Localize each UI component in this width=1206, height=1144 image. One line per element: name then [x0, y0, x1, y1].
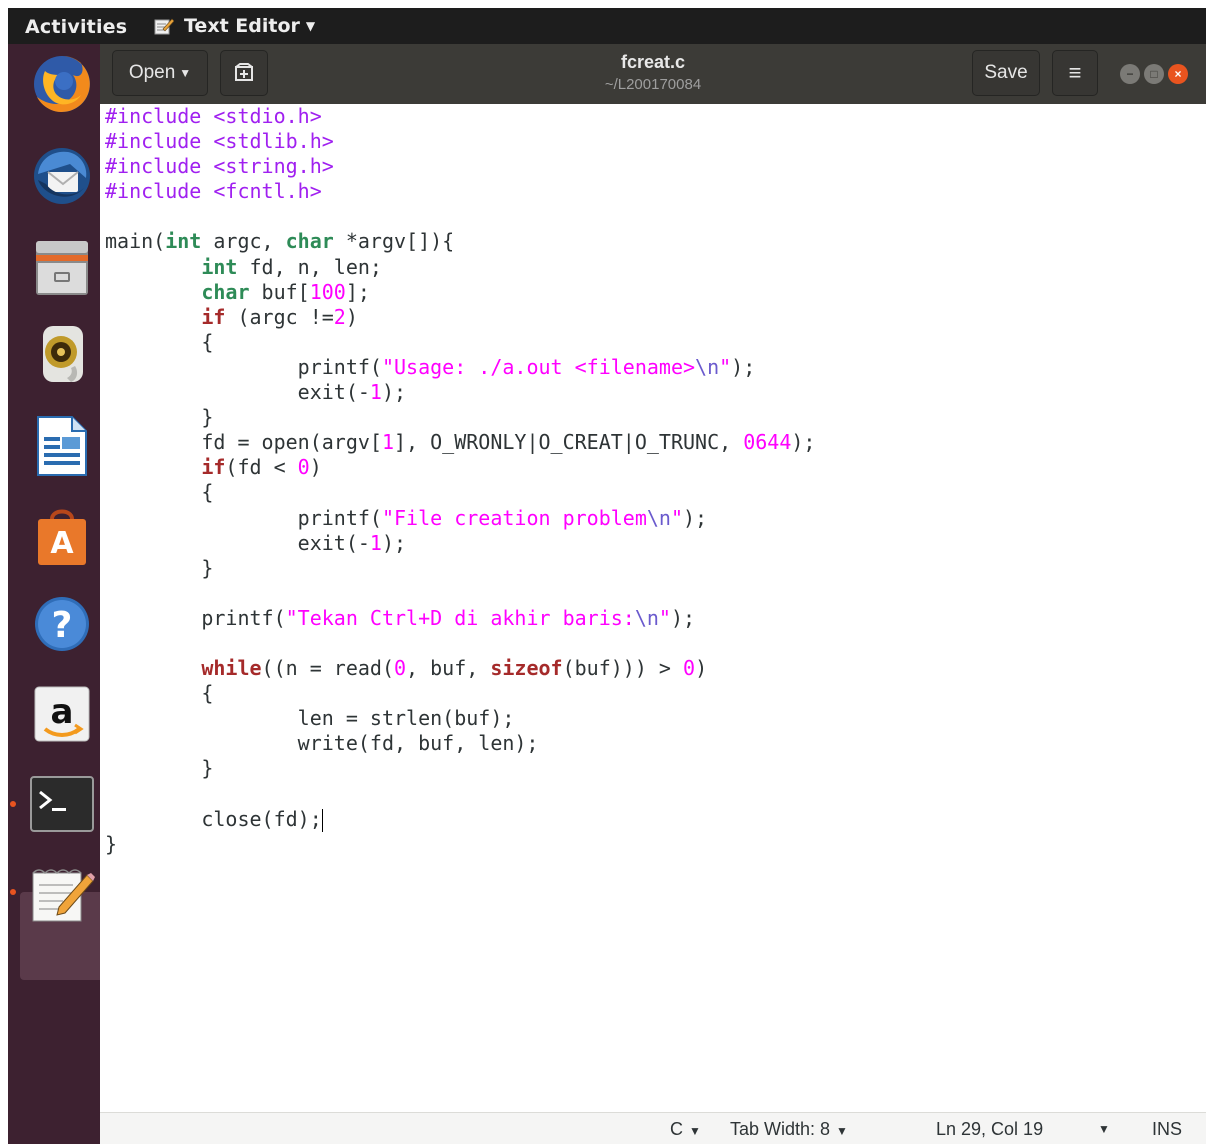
launcher-item-writer[interactable]	[20, 404, 104, 488]
minimize-icon: −	[1126, 67, 1134, 81]
hamburger-menu-button[interactable]: ≡	[1052, 50, 1098, 96]
text-editor-area[interactable]: #include <stdio.h> #include <stdlib.h> #in…	[100, 104, 1206, 1112]
running-indicator	[10, 889, 16, 895]
minimize-button[interactable]: −	[1120, 64, 1140, 84]
launcher-dock: A ? a	[8, 44, 106, 1144]
launcher-item-text-editor[interactable]	[20, 852, 104, 936]
tab-width-selector[interactable]: Tab Width: 8 ▼	[730, 1119, 848, 1140]
chevron-down-icon: ▼	[836, 1124, 848, 1138]
code-line: #include <string.h>	[105, 154, 334, 179]
code-line: }	[105, 555, 214, 580]
amazon-icon: a	[34, 686, 90, 742]
code-line: if(fd < 0)	[201, 455, 322, 480]
code-line: #include <stdio.h>	[105, 104, 322, 128]
language-selector[interactable]: C ▼	[670, 1119, 701, 1140]
status-bar: C ▼ Tab Width: 8 ▼ Ln 29, Col 19 ▼ INS	[100, 1112, 1206, 1144]
launcher-item-thunderbird[interactable]	[20, 134, 104, 218]
launcher-item-help[interactable]: ?	[20, 582, 104, 666]
text-editor-icon	[154, 18, 174, 35]
close-button[interactable]: ×	[1168, 64, 1188, 84]
gedit-icon	[32, 869, 95, 922]
chevron-down-icon[interactable]: ▼	[1098, 1122, 1110, 1136]
code-line: int fd, n, len;	[201, 254, 382, 279]
language-label: C	[670, 1119, 683, 1139]
shell-top-bar: Activities Text Editor ▼	[8, 8, 1206, 44]
launcher-item-terminal[interactable]	[20, 762, 104, 846]
window-title: fcreat.c	[620, 52, 686, 72]
thunderbird-icon	[34, 148, 90, 204]
maximize-button[interactable]: □	[1144, 64, 1164, 84]
code-line: if (argc !=2)	[201, 304, 358, 329]
code-view[interactable]: #include <stdio.h> #include <stdlib.h> #in…	[105, 104, 815, 857]
cursor-position[interactable]: Ln 29, Col 19	[936, 1119, 1043, 1140]
code-line: exit(-1);	[105, 380, 407, 405]
maximize-icon: □	[1150, 67, 1158, 81]
insert-mode-indicator: INS	[1152, 1119, 1183, 1139]
code-line: #include <stdlib.h>	[105, 129, 334, 154]
code-line: }	[105, 756, 214, 781]
code-line: len = strlen(buf);	[105, 706, 515, 731]
window-subtitle: ~/L200170084	[604, 76, 702, 93]
code-line: while((n = read(0, buf, sizeof(buf))) > …	[201, 656, 708, 681]
code-line: printf("Tekan Ctrl+D di akhir baris:\n")…	[105, 605, 696, 630]
software-icon: A	[38, 509, 86, 565]
code-line: close(fd);	[105, 806, 323, 832]
rhythmbox-icon	[43, 326, 83, 382]
code-line: {	[105, 480, 214, 505]
close-icon: ×	[1174, 67, 1182, 81]
code-line: fd = open(argv[1], O_WRONLY|O_CREAT|O_TR…	[105, 430, 816, 455]
top-margin	[0, 0, 1206, 8]
firefox-icon	[34, 56, 90, 112]
code-line: }	[105, 405, 214, 430]
svg-text:a: a	[51, 692, 74, 732]
code-line: printf("Usage: ./a.out <filename>\n");	[105, 354, 756, 379]
code-line: exit(-1);	[105, 530, 407, 555]
files-icon	[36, 241, 88, 295]
chevron-down-icon: ▼	[305, 19, 316, 33]
tab-width-label: Tab Width: 8	[730, 1119, 831, 1139]
code-line: {	[105, 329, 214, 354]
code-line: main(int argc, char *argv[]){	[105, 229, 455, 254]
help-icon: ?	[35, 597, 89, 651]
svg-text:?: ?	[52, 605, 73, 646]
app-menu-label: Text Editor	[184, 15, 300, 37]
code-line: char buf[100];	[201, 279, 370, 304]
chevron-down-icon: ▼	[689, 1124, 701, 1138]
launcher-item-amazon[interactable]: a	[20, 672, 104, 756]
hamburger-icon: ≡	[1068, 60, 1082, 85]
writer-icon	[37, 416, 87, 476]
launcher-item-firefox[interactable]	[20, 42, 104, 126]
launcher-item-rhythmbox[interactable]	[20, 312, 104, 396]
code-line: {	[105, 681, 214, 706]
save-button[interactable]: Save	[972, 50, 1040, 96]
running-indicator	[10, 801, 16, 807]
header-bar: Open ▼ fcreat.c ~/L200170084 Save ≡ − □ …	[100, 44, 1206, 104]
code-line: #include <fcntl.h>	[105, 179, 322, 204]
code-line: }	[105, 831, 118, 856]
svg-text:A: A	[50, 526, 74, 561]
launcher-item-files[interactable]	[20, 224, 104, 308]
app-menu[interactable]: Text Editor ▼	[154, 15, 315, 37]
code-line: write(fd, buf, len);	[105, 731, 539, 756]
activities-button[interactable]: Activities	[25, 16, 127, 38]
text-cursor	[321, 808, 323, 832]
code-line: printf("File creation problem\n");	[105, 505, 708, 530]
launcher-item-ubuntu-software[interactable]: A	[20, 494, 104, 578]
terminal-icon	[30, 776, 94, 832]
